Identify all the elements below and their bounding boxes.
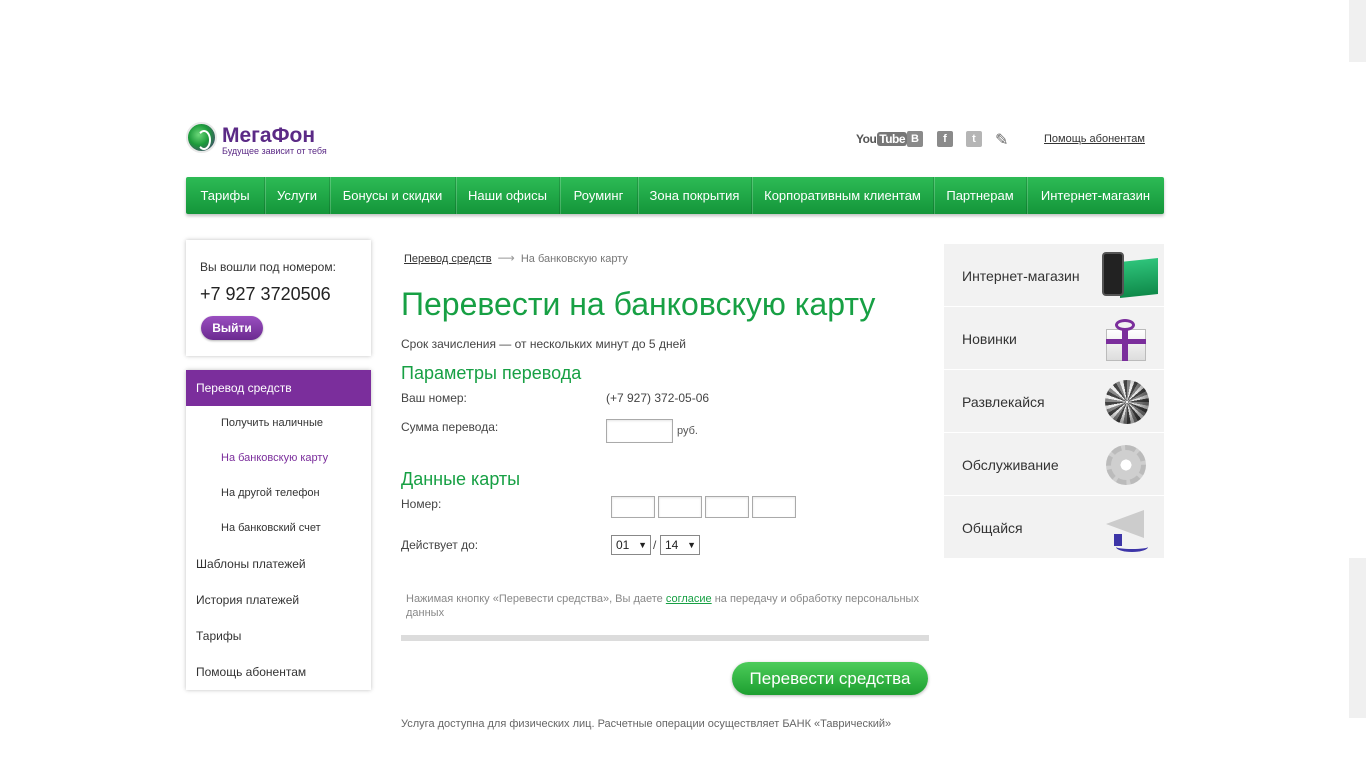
login-label: Вы вошли под номером: bbox=[200, 260, 336, 274]
blog-pencil-icon[interactable]: ✎ bbox=[995, 130, 1008, 150]
sidebar-subitem-other-phone[interactable]: На другой телефон bbox=[186, 476, 371, 511]
youtube-text: You bbox=[856, 132, 877, 146]
card-number-label: Номер: bbox=[401, 497, 442, 511]
nav-item-corporate[interactable]: Корпоративным клиентам bbox=[752, 177, 934, 214]
consent-prefix: Нажимая кнопку «Перевести средства», Вы … bbox=[406, 593, 666, 605]
page-subtitle: Срок зачисления — от нескольких минут до… bbox=[401, 337, 686, 351]
brand-slogan: Будущее зависит от тебя bbox=[222, 146, 327, 156]
amount-input[interactable] bbox=[606, 419, 673, 443]
megafon-globe-icon bbox=[186, 122, 217, 153]
amount-label: Сумма перевода: bbox=[401, 420, 499, 434]
consent-link[interactable]: согласие bbox=[666, 593, 712, 605]
sidebar-subitem-cash[interactable]: Получить наличные bbox=[186, 406, 371, 441]
youtube-box: Tube bbox=[877, 132, 908, 146]
page-title: Перевести на банковскую карту bbox=[401, 286, 876, 322]
promo-label: Новинки bbox=[962, 331, 1017, 347]
vkontakte-icon[interactable]: B bbox=[907, 131, 923, 147]
nav-item-roaming[interactable]: Роуминг bbox=[560, 177, 638, 214]
login-box: Вы вошли под номером: +7 927 3720506 Вый… bbox=[186, 240, 371, 356]
expiry-separator: / bbox=[653, 538, 657, 552]
amount-unit: руб. bbox=[677, 425, 698, 437]
nav-item-services[interactable]: Услуги bbox=[265, 177, 330, 214]
divider bbox=[401, 635, 929, 641]
promo-panel: Интернет-магазин Новинки Развлекайся Обс… bbox=[944, 244, 1164, 559]
disco-ball-icon bbox=[1102, 378, 1150, 426]
nav-item-tariffs[interactable]: Тарифы bbox=[186, 177, 265, 214]
footer-note: Услуга доступна для физических лиц. Расч… bbox=[401, 718, 892, 730]
breadcrumb-arrow-icon: ⟶ bbox=[497, 251, 515, 265]
card-number-part-3[interactable] bbox=[705, 496, 749, 518]
gear-icon bbox=[1102, 441, 1150, 489]
breadcrumb: Перевод средств ⟶ На банковскую карту bbox=[404, 251, 628, 265]
scrollbar[interactable] bbox=[1349, 558, 1366, 718]
main-nav: Тарифы Услуги Бонусы и скидки Наши офисы… bbox=[186, 177, 1164, 214]
promo-item-entertainment[interactable]: Развлекайся bbox=[944, 370, 1164, 433]
gift-icon bbox=[1102, 315, 1150, 363]
youtube-icon[interactable]: You Tube bbox=[856, 132, 908, 146]
breadcrumb-current: На банковскую карту bbox=[520, 253, 628, 265]
card-number-part-4[interactable] bbox=[752, 496, 796, 518]
logout-button[interactable]: Выйти bbox=[201, 316, 263, 340]
sidebar-menu: Перевод средств Получить наличные На бан… bbox=[186, 370, 371, 690]
nav-item-partners[interactable]: Партнерам bbox=[934, 177, 1027, 214]
brand-name: МегаФон bbox=[222, 124, 316, 147]
your-number-label: Ваш номер: bbox=[401, 391, 467, 405]
social-links: You Tube B f t ✎ bbox=[856, 130, 1008, 149]
chevron-down-icon: ▼ bbox=[638, 540, 647, 550]
breadcrumb-parent-link[interactable]: Перевод средств bbox=[404, 253, 492, 265]
twitter-icon[interactable]: t bbox=[966, 131, 982, 147]
card-number-part-2[interactable] bbox=[658, 496, 702, 518]
sidebar-item-tariffs[interactable]: Тарифы bbox=[186, 618, 371, 654]
promo-item-eshop[interactable]: Интернет-магазин bbox=[944, 244, 1164, 307]
nav-item-coverage[interactable]: Зона покрытия bbox=[638, 177, 752, 214]
your-number-value: (+7 927) 372-05-06 bbox=[606, 391, 710, 405]
chevron-down-icon: ▼ bbox=[687, 540, 696, 550]
nav-item-bonuses[interactable]: Бонусы и скидки bbox=[330, 177, 456, 214]
consent-text: Нажимая кнопку «Перевести средства», Вы … bbox=[406, 592, 931, 620]
sidebar-subitem-bank-account[interactable]: На банковский счет bbox=[186, 511, 371, 546]
sidebar-item-transfer[interactable]: Перевод средств bbox=[186, 370, 371, 406]
expiry-year-value: 14 bbox=[665, 538, 679, 552]
help-subscribers-link[interactable]: Помощь абонентам bbox=[1044, 133, 1145, 145]
expiry-month-select[interactable]: 01 ▼ bbox=[611, 535, 651, 555]
sidebar-item-history[interactable]: История платежей bbox=[186, 582, 371, 618]
expiry-month-value: 01 bbox=[616, 538, 630, 552]
params-heading: Параметры перевода bbox=[401, 363, 582, 383]
promo-label: Обслуживание bbox=[962, 457, 1059, 473]
megafon-logo[interactable]: МегаФон Будущее зависит от тебя bbox=[186, 120, 336, 160]
facebook-icon[interactable]: f bbox=[937, 131, 953, 147]
nav-item-offices[interactable]: Наши офисы bbox=[456, 177, 560, 214]
expiry-year-select[interactable]: 14 ▼ bbox=[660, 535, 700, 555]
sidebar-item-templates[interactable]: Шаблоны платежей bbox=[186, 546, 371, 582]
smartphone-box-icon bbox=[1102, 252, 1158, 300]
card-number-part-1[interactable] bbox=[611, 496, 655, 518]
megaphone-icon bbox=[1102, 504, 1150, 552]
sidebar-item-help[interactable]: Помощь абонентам bbox=[186, 654, 371, 690]
promo-label: Развлекайся bbox=[962, 394, 1045, 410]
promo-item-service[interactable]: Обслуживание bbox=[944, 433, 1164, 496]
promo-label: Общайся bbox=[962, 520, 1023, 536]
sidebar-subitem-bank-card[interactable]: На банковскую карту bbox=[186, 441, 371, 476]
valid-until-label: Действует до: bbox=[401, 538, 479, 552]
login-number: +7 927 3720506 bbox=[200, 284, 331, 304]
card-heading: Данные карты bbox=[401, 469, 521, 489]
nav-item-eshop[interactable]: Интернет-магазин bbox=[1027, 177, 1164, 214]
promo-item-communicate[interactable]: Общайся bbox=[944, 496, 1164, 559]
promo-label: Интернет-магазин bbox=[962, 268, 1080, 284]
transfer-funds-button[interactable]: Перевести средства bbox=[732, 662, 928, 695]
promo-item-new[interactable]: Новинки bbox=[944, 307, 1164, 370]
scrollbar-top[interactable] bbox=[1349, 0, 1366, 62]
